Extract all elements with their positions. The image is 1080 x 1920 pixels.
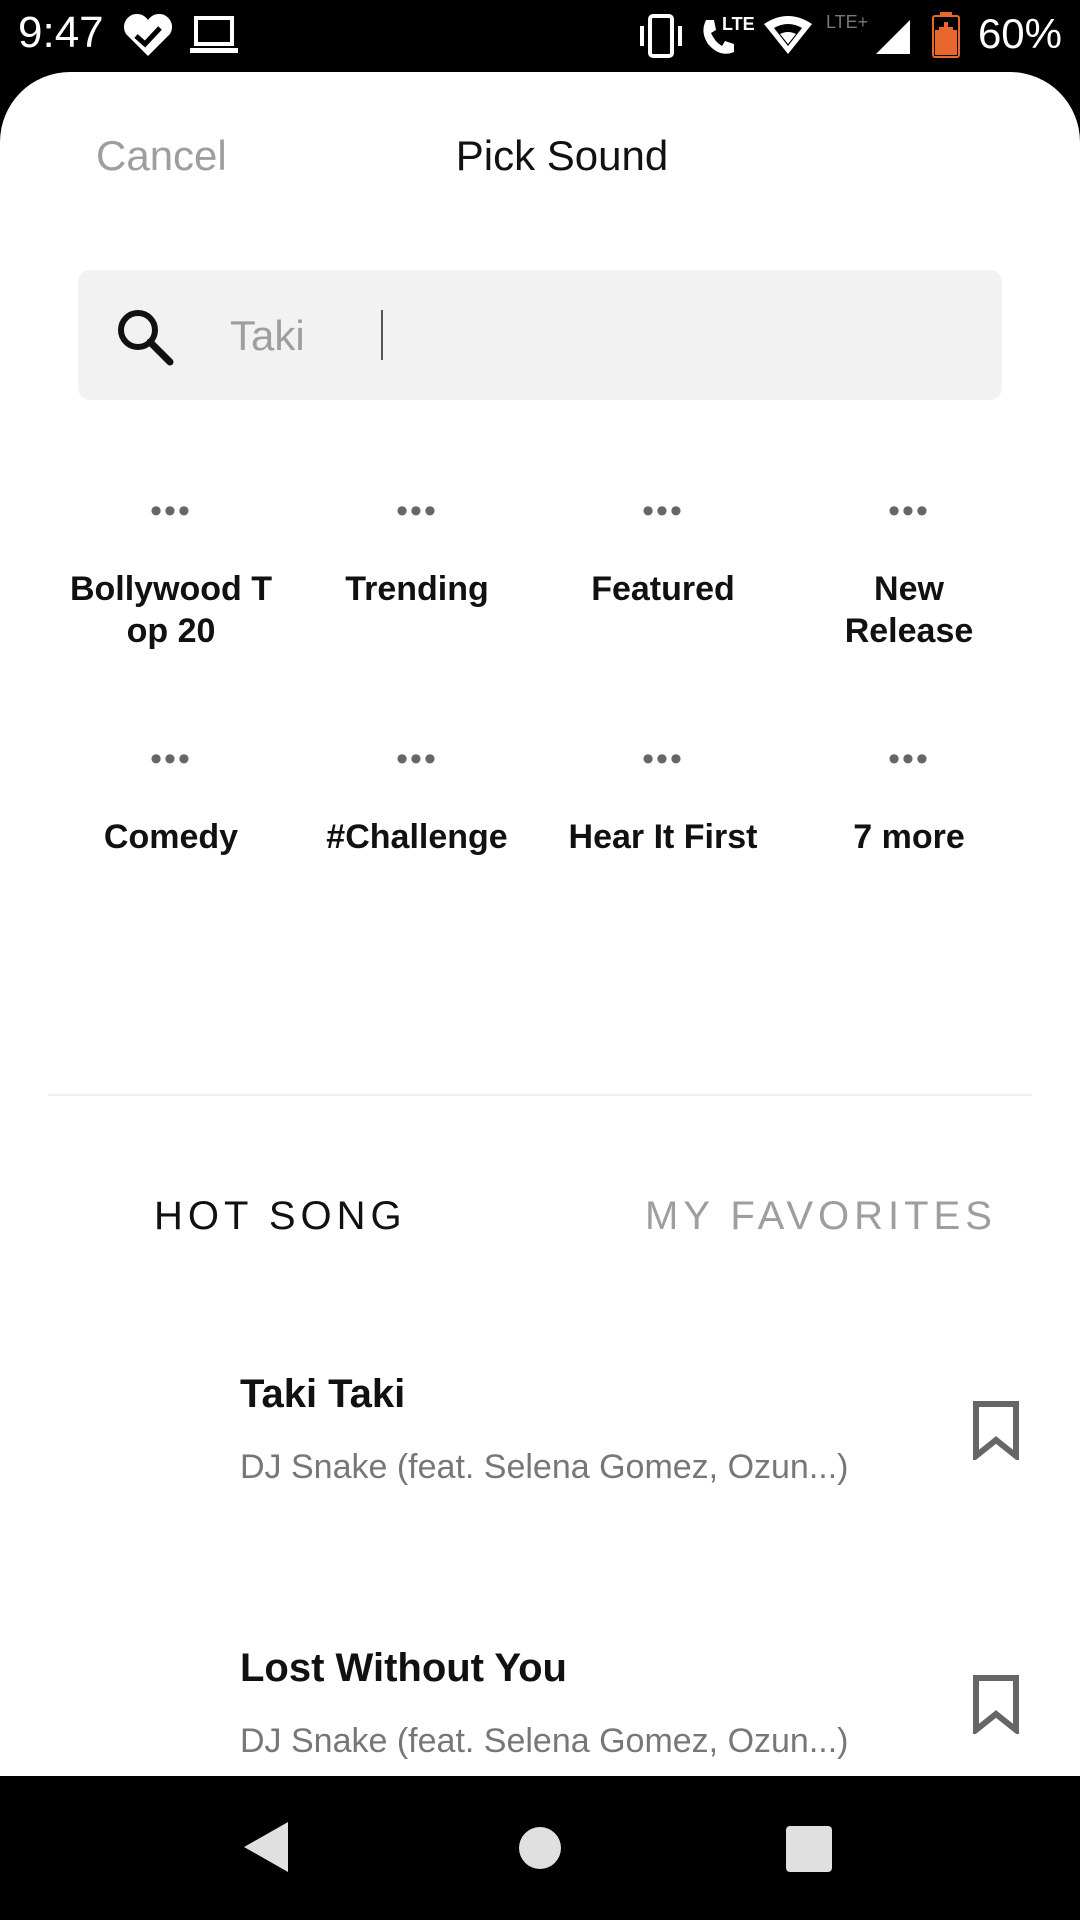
song-artist: DJ Snake (feat. Selena Gomez, Ozun...) (240, 1722, 849, 1760)
bookmark-icon[interactable] (972, 1674, 1020, 1734)
category-label: Featured (591, 570, 735, 608)
status-bar: 9:47 LTE LTE+ 60% (0, 0, 1080, 72)
recents-icon[interactable] (786, 1826, 832, 1872)
navigation-bar (0, 1776, 1080, 1920)
battery-percent: 60% (977, 10, 1062, 57)
more-dots-icon: ••• (396, 492, 438, 530)
category-trending[interactable]: ••• Trending (294, 492, 540, 610)
more-dots-icon: ••• (888, 492, 930, 530)
category-hear-it-first[interactable]: ••• Hear It First (540, 740, 786, 858)
category-label: 7 more (853, 818, 965, 856)
search-input[interactable] (228, 300, 972, 372)
category-label: #Challenge (326, 818, 508, 856)
divider (48, 1094, 1032, 1096)
battery-icon (932, 12, 960, 58)
cancel-button[interactable]: Cancel (96, 132, 227, 180)
category-label: Hear It First (568, 818, 758, 856)
signal-icon (876, 20, 910, 54)
home-icon[interactable] (518, 1826, 562, 1870)
tab-my-favorites[interactable]: MY FAVORITES (645, 1194, 997, 1239)
category-label: Comedy (103, 818, 239, 856)
search-bar[interactable] (78, 270, 1002, 400)
song-title: Taki Taki (240, 1372, 406, 1416)
lte-call-label: LTE (722, 14, 755, 34)
category-bollywood-top-20[interactable]: ••• Bollywood Top 20 (48, 492, 294, 652)
category-more[interactable]: ••• 7 more (786, 740, 1032, 858)
lte-call-icon: LTE (700, 14, 756, 58)
category-label: New Release (844, 570, 974, 650)
more-dots-icon: ••• (150, 740, 192, 778)
search-icon (118, 310, 174, 366)
more-dots-icon: ••• (642, 740, 684, 778)
more-dots-icon: ••• (642, 492, 684, 530)
lte-plus-label: LTE+ (826, 12, 869, 32)
laptop-icon (190, 16, 238, 53)
bookmark-icon[interactable] (972, 1400, 1020, 1460)
tab-hot-song[interactable]: HOT SONG (154, 1194, 407, 1239)
pick-sound-sheet: Pick Sound Cancel ••• Bollywood Top 20 •… (0, 72, 1080, 1776)
more-dots-icon: ••• (150, 492, 192, 530)
list-item[interactable]: Taki Taki DJ Snake (feat. Selena Gomez, … (0, 1372, 1080, 1572)
vibrate-icon (640, 14, 682, 58)
list-item[interactable]: Lost Without You DJ Snake (feat. Selena … (0, 1646, 1080, 1776)
category-featured[interactable]: ••• Featured (540, 492, 786, 610)
song-artist: DJ Snake (feat. Selena Gomez, Ozun...) (240, 1448, 849, 1486)
text-caret (381, 310, 383, 360)
category-challenge[interactable]: ••• #Challenge (294, 740, 540, 858)
more-dots-icon: ••• (888, 740, 930, 778)
category-comedy[interactable]: ••• Comedy (48, 740, 294, 858)
status-time: 9:47 (18, 8, 104, 57)
back-icon[interactable] (244, 1822, 288, 1872)
category-label: Trending (345, 570, 489, 608)
heart-check-icon (123, 13, 173, 57)
song-title: Lost Without You (240, 1646, 567, 1690)
wifi-icon (764, 16, 812, 54)
category-label: Bollywood Top 20 (69, 570, 273, 650)
more-dots-icon: ••• (396, 740, 438, 778)
category-new-release[interactable]: ••• New Release (786, 492, 1032, 652)
